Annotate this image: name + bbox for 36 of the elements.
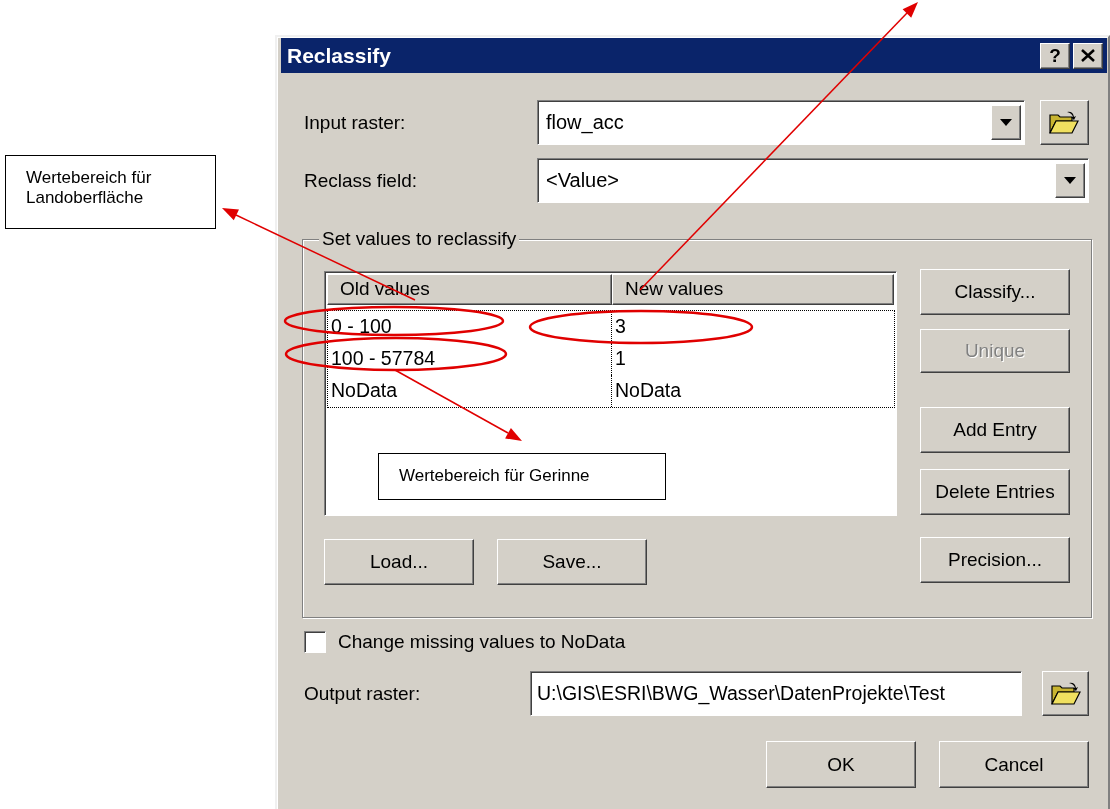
checkbox-label: Change missing values to NoData: [338, 631, 626, 653]
output-path-field[interactable]: U:\GIS\ESRI\BWG_Wasser\DatenProjekte\Test: [530, 671, 1023, 716]
action-button[interactable]: Delete Entries: [920, 469, 1070, 515]
cancel-button[interactable]: Cancel: [939, 741, 1089, 788]
action-button[interactable]: Precision...: [920, 537, 1070, 583]
table-cell: NoData: [615, 379, 682, 401]
caret-icon: [999, 119, 1012, 126]
field-label: Reclass field:: [304, 169, 418, 192]
column-header[interactable]: New values: [612, 274, 894, 305]
action-button[interactable]: Add Entry: [920, 407, 1070, 453]
browse-button[interactable]: [1042, 671, 1089, 716]
checkbox[interactable]: [304, 631, 326, 653]
close-button[interactable]: [1073, 42, 1103, 69]
open-folder-icon: [1050, 681, 1081, 706]
table-cell: 1: [615, 347, 626, 369]
table-cell: 100 - 57784: [331, 347, 436, 369]
window-title: Reclassify: [287, 43, 392, 68]
dropdown-field[interactable]: flow_acc: [537, 100, 1025, 145]
field-label: Output raster:: [304, 682, 422, 705]
close-icon: [1081, 49, 1095, 62]
ok-button[interactable]: OK: [766, 741, 916, 788]
callout-box: Wertebereich für Landoberfläche: [5, 155, 216, 229]
field-label: Input raster:: [304, 111, 407, 134]
help-button[interactable]: ?: [1040, 42, 1070, 69]
table-cell: 3: [615, 315, 626, 337]
table-cell: NoData: [331, 379, 398, 401]
load-button[interactable]: Load...: [324, 539, 474, 585]
dropdown-button[interactable]: [1055, 163, 1085, 198]
caret-icon: [1064, 177, 1076, 184]
action-button[interactable]: Classify...: [920, 269, 1070, 315]
dropdown-button[interactable]: [990, 105, 1021, 140]
dropdown-field[interactable]: <Value>: [537, 158, 1089, 203]
browse-button[interactable]: [1039, 100, 1089, 145]
open-folder-icon: [1049, 110, 1080, 135]
save-button[interactable]: Save...: [497, 539, 647, 585]
callout-box: Wertebereich für Gerinne: [378, 453, 666, 500]
